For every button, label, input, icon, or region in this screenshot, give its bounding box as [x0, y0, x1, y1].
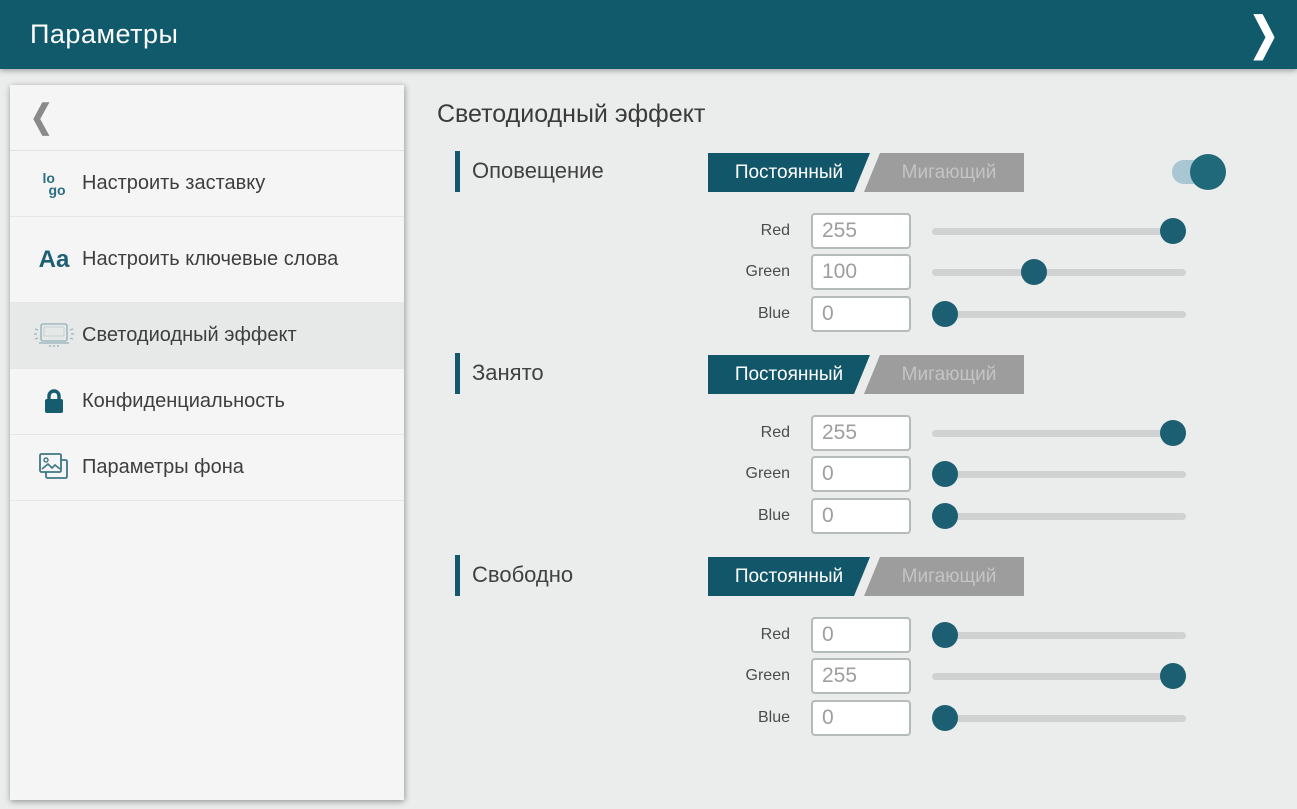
sidebar-item-label: Параметры фона	[82, 455, 244, 480]
slider-thumb[interactable]	[932, 301, 958, 327]
sidebar-back-button[interactable]: ❮	[10, 85, 404, 151]
slider-track	[932, 269, 1186, 276]
channel-slider[interactable]	[932, 498, 1186, 534]
mode-toggle: Постоянный Мигающий	[708, 153, 1024, 192]
channel-slider[interactable]	[932, 456, 1186, 492]
slider-track	[932, 715, 1186, 722]
mode-option-blinking[interactable]: Мигающий	[864, 355, 1024, 394]
channel-slider[interactable]	[932, 617, 1186, 653]
mode-option-blinking[interactable]: Мигающий	[864, 557, 1024, 596]
section-title: Свободно	[472, 554, 573, 596]
sidebar-item-background[interactable]: Параметры фона	[10, 435, 404, 501]
channel-slider[interactable]	[932, 254, 1186, 290]
slider-track	[932, 311, 1186, 318]
slider-thumb[interactable]	[1160, 663, 1186, 689]
switch-thumb	[1190, 154, 1226, 190]
logo-icon: logo	[26, 172, 82, 196]
mode-option-constant[interactable]: Постоянный	[708, 153, 870, 192]
mode-option-blinking[interactable]: Мигающий	[864, 153, 1024, 192]
enable-switch[interactable]	[1172, 153, 1226, 191]
slider-track	[932, 430, 1186, 437]
sidebar-item-splash-screen[interactable]: logo Настроить заставку	[10, 151, 404, 217]
channel-label: Blue	[640, 700, 790, 736]
channel-label: Blue	[640, 296, 790, 332]
background-image-icon	[26, 452, 82, 484]
channel-label: Red	[640, 617, 790, 653]
slider-track	[932, 471, 1186, 478]
slider-track	[932, 513, 1186, 520]
section-accent-bar	[455, 555, 460, 596]
page-title: Параметры	[0, 19, 178, 50]
mode-toggle: Постоянный Мигающий	[708, 355, 1024, 394]
sidebar-item-led-effect[interactable]: Светодиодный эффект	[10, 303, 404, 369]
channel-value-input[interactable]	[811, 415, 911, 451]
slider-thumb[interactable]	[1021, 259, 1047, 285]
channel-label: Blue	[640, 498, 790, 534]
channel-value-input[interactable]	[811, 617, 911, 653]
channel-value-input[interactable]	[811, 700, 911, 736]
sidebar-item-label: Конфиденциальность	[82, 389, 285, 414]
channel-slider[interactable]	[932, 658, 1186, 694]
channel-slider[interactable]	[932, 296, 1186, 332]
mode-toggle: Постоянный Мигающий	[708, 557, 1024, 596]
sidebar-item-keywords[interactable]: Aa Настроить ключевые слова	[10, 217, 404, 303]
channel-slider[interactable]	[932, 213, 1186, 249]
channel-label: Red	[640, 415, 790, 451]
channel-label: Green	[640, 658, 790, 694]
sidebar-item-label: Настроить ключевые слова	[82, 247, 338, 272]
slider-track	[932, 673, 1186, 680]
sidebar: ❮ logo Настроить заставку Aa Настроить к…	[10, 85, 404, 800]
led-display-icon	[26, 321, 82, 351]
channel-value-input[interactable]	[811, 254, 911, 290]
content-title: Светодиодный эффект	[437, 100, 705, 129]
channel-label: Green	[640, 254, 790, 290]
font-icon: Aa	[26, 246, 82, 274]
channel-label: Red	[640, 213, 790, 249]
chevron-left-icon: ❮	[30, 99, 53, 136]
sidebar-item-label: Светодиодный эффект	[82, 323, 297, 348]
slider-thumb[interactable]	[932, 503, 958, 529]
slider-thumb[interactable]	[932, 461, 958, 487]
section-accent-bar	[455, 353, 460, 394]
channel-value-input[interactable]	[811, 456, 911, 492]
sidebar-item-label: Настроить заставку	[82, 171, 265, 196]
section-title: Оповещение	[472, 150, 604, 192]
sidebar-item-privacy[interactable]: Конфиденциальность	[10, 369, 404, 435]
channel-value-input[interactable]	[811, 296, 911, 332]
mode-option-constant[interactable]: Постоянный	[708, 355, 870, 394]
slider-track	[932, 228, 1186, 235]
slider-thumb[interactable]	[1160, 218, 1186, 244]
slider-thumb[interactable]	[932, 705, 958, 731]
app-header: Параметры ❯	[0, 0, 1297, 69]
channel-value-input[interactable]	[811, 213, 911, 249]
lock-icon	[26, 388, 82, 416]
slider-track	[932, 632, 1186, 639]
section-title: Занято	[472, 352, 544, 394]
mode-option-constant[interactable]: Постоянный	[708, 557, 870, 596]
slider-thumb[interactable]	[932, 622, 958, 648]
channel-value-input[interactable]	[811, 658, 911, 694]
slider-thumb[interactable]	[1160, 420, 1186, 446]
channel-label: Green	[640, 456, 790, 492]
channel-slider[interactable]	[932, 415, 1186, 451]
section-accent-bar	[455, 151, 460, 192]
chevron-right-icon[interactable]: ❯	[1249, 4, 1279, 64]
channel-value-input[interactable]	[811, 498, 911, 534]
channel-slider[interactable]	[932, 700, 1186, 736]
